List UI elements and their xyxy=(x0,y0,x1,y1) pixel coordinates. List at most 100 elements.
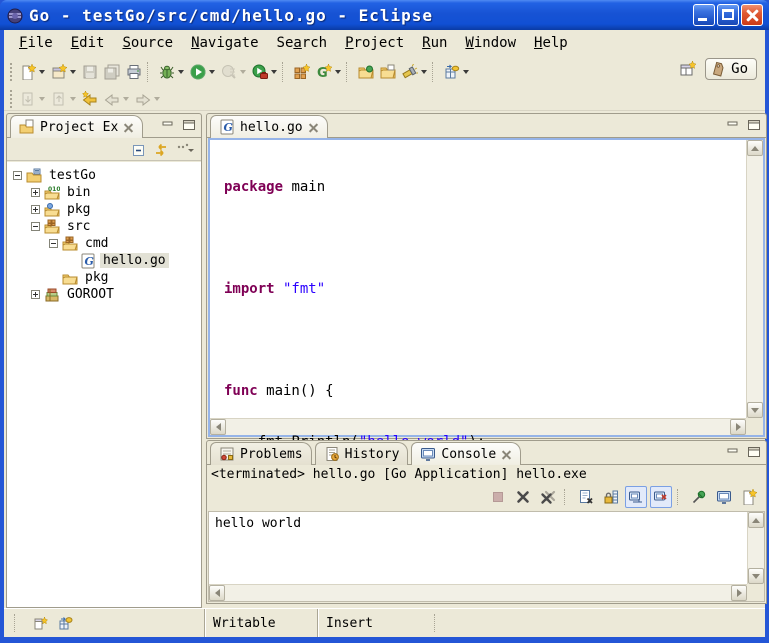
close-icon[interactable] xyxy=(308,122,319,133)
tree-row[interactable]: pkg xyxy=(7,201,201,218)
menu-navigate[interactable]: Navigate xyxy=(182,33,267,53)
scroll-down-button[interactable] xyxy=(748,568,764,584)
open-perspective-button[interactable] xyxy=(677,58,699,80)
tree-row[interactable]: GOROOT xyxy=(7,286,201,303)
scroll-up-button[interactable] xyxy=(748,512,764,528)
collapse-icon[interactable] xyxy=(49,239,58,248)
history-tab[interactable]: History xyxy=(315,442,409,465)
toolbar-grip[interactable] xyxy=(8,63,15,81)
console-vertical-scrollbar[interactable] xyxy=(747,512,764,584)
new-wizard-button[interactable] xyxy=(17,61,48,83)
next-annotation-button[interactable] xyxy=(17,88,48,110)
scroll-down-button[interactable] xyxy=(747,402,763,418)
tree-item-label[interactable]: GOROOT xyxy=(64,287,117,302)
minimize-console-button[interactable] xyxy=(724,445,741,459)
editor-vertical-scrollbar[interactable] xyxy=(746,140,763,418)
maximize-window-button[interactable] xyxy=(717,4,739,26)
maximize-view-button[interactable] xyxy=(180,118,197,132)
last-edit-location-button[interactable] xyxy=(79,88,101,110)
go-perspective-button[interactable]: Go xyxy=(705,58,757,80)
minimize-window-button[interactable] xyxy=(693,4,715,26)
scroll-up-button[interactable] xyxy=(747,140,763,156)
print-button[interactable] xyxy=(123,61,145,83)
remove-all-terminated-button[interactable] xyxy=(537,486,559,508)
tree-item-label[interactable]: pkg xyxy=(64,202,93,217)
tree-item-label[interactable]: bin xyxy=(64,185,93,200)
trim-grip[interactable] xyxy=(14,614,22,632)
terminate-button[interactable] xyxy=(487,486,509,508)
fast-view-button[interactable] xyxy=(32,615,48,631)
scroll-left-button[interactable] xyxy=(210,419,226,435)
scroll-left-button[interactable] xyxy=(209,585,225,601)
collapse-all-button[interactable] xyxy=(131,140,147,159)
title-bar[interactable]: Go - testGo/src/cmd/hello.go - Eclipse xyxy=(0,0,769,30)
console-horizontal-scrollbar[interactable] xyxy=(209,584,747,601)
forward-button[interactable] xyxy=(132,88,163,110)
tree-item-label-selected[interactable]: hello.go xyxy=(100,253,169,268)
mark-occurrences-button[interactable] xyxy=(441,61,472,83)
dropdown-arrow-icon[interactable] xyxy=(463,70,469,74)
menu-file[interactable]: File xyxy=(10,33,62,53)
tree-row[interactable]: cmd xyxy=(7,235,201,252)
maximize-console-button[interactable] xyxy=(745,445,762,459)
debug-button[interactable] xyxy=(156,61,187,83)
close-icon[interactable] xyxy=(501,449,512,460)
save-all-button[interactable] xyxy=(101,61,123,83)
tree-item-label[interactable]: testGo xyxy=(46,168,99,183)
display-selected-console-button[interactable] xyxy=(713,486,735,508)
scroll-right-button[interactable] xyxy=(730,419,746,435)
open-resource-button[interactable] xyxy=(377,61,399,83)
open-console-button[interactable] xyxy=(738,486,760,508)
tree-item-label[interactable]: pkg xyxy=(82,270,111,285)
project-explorer-tab[interactable]: Project Ex xyxy=(10,115,143,138)
console-output-text[interactable]: hello world xyxy=(209,512,747,584)
expand-icon[interactable] xyxy=(31,188,40,197)
remove-launch-button[interactable] xyxy=(512,486,534,508)
dropdown-arrow-icon[interactable] xyxy=(421,70,427,74)
menu-search[interactable]: Search xyxy=(268,33,337,53)
new-go-project-button[interactable] xyxy=(291,61,313,83)
maximize-editor-button[interactable] xyxy=(745,118,762,132)
dropdown-arrow-icon[interactable] xyxy=(70,70,76,74)
tree-item-label[interactable]: cmd xyxy=(82,236,111,251)
tree-row[interactable]: src xyxy=(7,218,201,235)
expand-icon[interactable] xyxy=(31,205,40,214)
view-menu-button[interactable] xyxy=(175,139,195,159)
toolbar-grip[interactable] xyxy=(8,90,15,108)
console-output-area[interactable]: hello world xyxy=(208,511,765,602)
scroll-lock-button[interactable] xyxy=(600,486,622,508)
menu-run[interactable]: Run xyxy=(413,33,456,53)
problems-tab[interactable]: Problems xyxy=(210,442,312,465)
close-window-button[interactable] xyxy=(741,4,763,26)
tree-item-label[interactable]: src xyxy=(64,219,93,234)
new-go-element-button[interactable]: G xyxy=(313,61,344,83)
editor-horizontal-scrollbar[interactable] xyxy=(210,418,746,435)
previous-annotation-button[interactable] xyxy=(48,88,79,110)
pin-console-button[interactable] xyxy=(688,486,710,508)
mark-occurrences-trim-icon[interactable] xyxy=(58,615,74,631)
tree-row[interactable]: pkg xyxy=(7,269,201,286)
collapse-icon[interactable] xyxy=(13,171,22,180)
editor-tab-hello-go[interactable]: G hello.go xyxy=(210,115,328,138)
minimize-view-button[interactable] xyxy=(159,118,176,132)
external-tools-button[interactable] xyxy=(249,61,280,83)
link-with-editor-button[interactable] xyxy=(153,140,169,159)
code-content[interactable]: package main import "fmt" func main() { … xyxy=(210,140,746,418)
tree-row[interactable]: testGo xyxy=(7,167,201,184)
collapse-icon[interactable] xyxy=(31,222,40,231)
console-tab[interactable]: Console xyxy=(411,442,521,465)
dropdown-arrow-icon[interactable] xyxy=(178,70,184,74)
tree-row[interactable]: G hello.go xyxy=(7,252,201,269)
dropdown-arrow-icon[interactable] xyxy=(335,70,341,74)
expand-icon[interactable] xyxy=(31,290,40,299)
back-button[interactable] xyxy=(101,88,132,110)
search-button[interactable] xyxy=(399,61,430,83)
close-icon[interactable] xyxy=(123,122,134,133)
show-stdout-button[interactable] xyxy=(625,486,647,508)
menu-window[interactable]: Window xyxy=(456,33,525,53)
minimize-editor-button[interactable] xyxy=(724,118,741,132)
dropdown-arrow-icon[interactable] xyxy=(39,70,45,74)
menu-project[interactable]: Project xyxy=(336,33,413,53)
scroll-right-button[interactable] xyxy=(731,585,747,601)
menu-help[interactable]: Help xyxy=(525,33,577,53)
